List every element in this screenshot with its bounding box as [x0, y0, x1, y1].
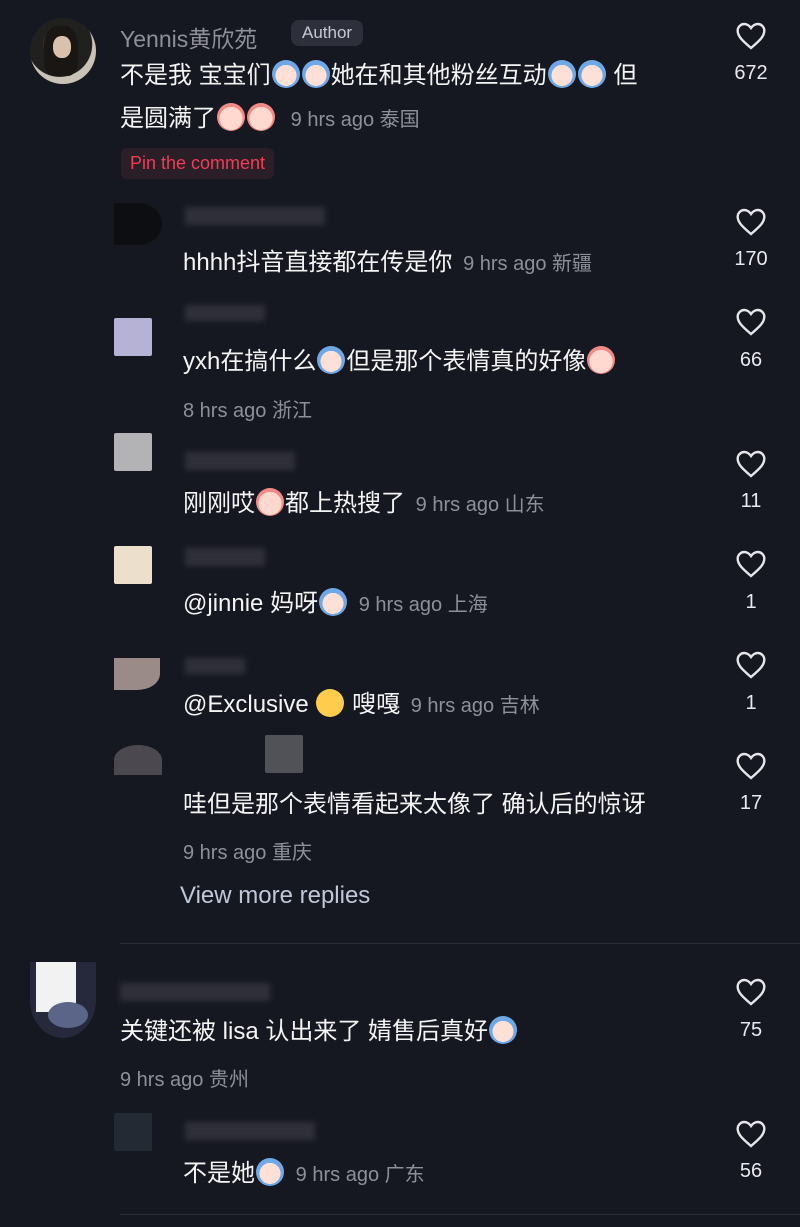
blurred-username: [185, 207, 325, 225]
crying-emoji-icon: [317, 346, 346, 374]
grimace-emoji-icon: [256, 488, 284, 516]
reply-text: hhhh抖音直接都在传是你 9 hrs ago 新疆: [183, 249, 593, 276]
heart-outline-icon[interactable]: [735, 207, 767, 237]
reply-avatar[interactable]: [114, 203, 162, 245]
smile-emoji-icon: [587, 346, 616, 374]
reply-meta: 8 hrs ago 浙江: [183, 400, 312, 422]
reply-meta: 9 hrs ago 重庆: [183, 842, 312, 864]
reply-avatar[interactable]: [114, 318, 152, 356]
heart-outline-icon[interactable]: [735, 1119, 767, 1149]
reply-text: 不是她 9 hrs ago 广东: [183, 1158, 425, 1187]
blurred-username: [185, 658, 245, 674]
like-count: 75: [739, 1019, 763, 1041]
heart-outline-icon[interactable]: [735, 549, 767, 579]
reply-text: 刚刚哎 都上热搜了 9 hrs ago 山东: [183, 488, 545, 517]
reply-text: 哇但是那个表情看起来太像了 确认后的惊讶: [183, 791, 646, 818]
reply-avatar[interactable]: [114, 745, 162, 775]
reply-avatar[interactable]: [114, 546, 152, 584]
crying-emoji-icon: [271, 60, 300, 88]
shy-emoji-icon: [217, 103, 245, 131]
view-more-replies-button[interactable]: View more replies: [180, 882, 370, 910]
author-avatar[interactable]: [30, 18, 96, 84]
crying-emoji-icon: [489, 1016, 518, 1044]
crying-emoji-icon: [319, 588, 348, 616]
comment-divider: [120, 943, 800, 944]
blurred-username: [185, 1122, 315, 1140]
blurred-username: [185, 305, 265, 321]
surprised-emoji-icon: [316, 689, 345, 717]
reply-avatar[interactable]: [114, 433, 152, 471]
comment-divider: [120, 1214, 800, 1215]
heart-outline-icon[interactable]: [735, 751, 767, 781]
heart-outline-icon[interactable]: [735, 977, 767, 1007]
crying-emoji-icon: [256, 1158, 284, 1186]
comment-meta: 9 hrs ago 泰国: [290, 109, 420, 131]
reply-avatar[interactable]: [114, 658, 160, 690]
blurred-username: [185, 548, 265, 566]
blurred-username: [120, 983, 270, 1001]
like-count: 56: [739, 1160, 763, 1182]
reply-text: @Exclusive 嗖嘎 9 hrs ago 吉林: [183, 689, 540, 718]
like-count: 170: [734, 248, 768, 270]
comment-text: 不是我 宝宝们 她在和其他粉丝互动 但: [120, 60, 638, 89]
reply-text: yxh在搞什么 但是那个表情真的好像: [183, 340, 616, 383]
heart-outline-icon[interactable]: [735, 307, 767, 337]
crying-emoji-icon: [301, 60, 330, 88]
like-count: 11: [740, 490, 762, 512]
pin-comment-button[interactable]: Pin the comment: [121, 148, 275, 179]
commenter-avatar[interactable]: [30, 962, 96, 1038]
crying-emoji-icon: [547, 60, 576, 88]
blurred-username: [185, 452, 295, 470]
reply-text: @jinnie 妈呀 9 hrs ago 上海: [183, 588, 488, 617]
like-count: 1: [745, 692, 757, 714]
like-count: 1: [745, 591, 757, 613]
like-count: 66: [739, 349, 763, 371]
blurred-username: [265, 735, 303, 773]
author-badge: Author: [291, 20, 364, 46]
comment-text: 关键还被 lisa 认出来了 婧售后真好: [120, 1010, 518, 1053]
heart-outline-icon[interactable]: [735, 449, 767, 479]
reply-avatar[interactable]: [114, 1113, 152, 1151]
heart-outline-icon[interactable]: [735, 21, 767, 51]
like-count: 672: [734, 62, 768, 84]
comment-username[interactable]: Yennis黄欣苑: [120, 20, 257, 54]
comment-meta: 9 hrs ago 贵州: [120, 1069, 249, 1091]
crying-emoji-icon: [577, 60, 606, 88]
comment-text-line2: 是圆满了 9 hrs ago 泰国: [120, 103, 420, 132]
heart-outline-icon[interactable]: [735, 650, 767, 680]
like-count: 17: [739, 792, 763, 814]
shy-emoji-icon: [247, 103, 275, 131]
